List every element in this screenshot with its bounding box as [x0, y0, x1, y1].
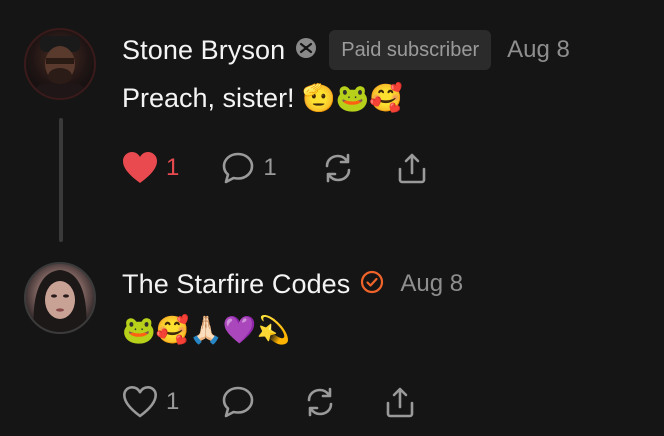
comment-actions: 1 1: [122, 148, 429, 188]
heart-outline-icon: [123, 386, 157, 418]
reply-button[interactable]: [221, 385, 255, 419]
share-button[interactable]: [383, 385, 417, 419]
comment-header: Stone Bryson Paid subscriber Aug 8: [122, 30, 570, 70]
like-count: 1: [166, 388, 180, 415]
comment-body: 🐸🥰🙏🏻💜💫: [122, 315, 291, 345]
share-icon: [387, 387, 414, 418]
reply-button[interactable]: 1: [221, 151, 277, 185]
like-count: 1: [166, 154, 180, 181]
reply-count: 1: [263, 154, 277, 181]
reply-bubble-icon: [223, 386, 254, 418]
comment-body: Preach, sister! 🫡🐸🥰: [122, 83, 403, 113]
paid-subscriber-badge: Paid subscriber: [329, 30, 492, 70]
avatar-image-icon: [34, 36, 86, 98]
like-button[interactable]: 1: [122, 385, 179, 419]
reply-bubble-icon: [223, 152, 254, 184]
avatar[interactable]: [24, 28, 96, 100]
restack-button[interactable]: [303, 385, 337, 419]
comment-date[interactable]: Aug 8: [507, 36, 570, 64]
comment-item: Stone Bryson Paid subscriber Aug 8 Preac…: [0, 0, 664, 250]
subscriber-badge-icon: [295, 37, 317, 64]
share-icon: [398, 153, 426, 184]
author-name[interactable]: The Starfire Codes: [122, 269, 350, 300]
comment-header: The Starfire Codes Aug 8: [122, 264, 463, 304]
restack-icon: [308, 387, 333, 417]
avatar[interactable]: [24, 262, 96, 334]
restack-icon: [325, 153, 351, 183]
comment-item: The Starfire Codes Aug 8 🐸🥰🙏🏻💜💫 1: [0, 250, 664, 436]
thread-line: [59, 118, 63, 242]
like-button[interactable]: 1: [122, 151, 179, 185]
comment-actions: 1: [122, 382, 417, 422]
avatar-image-icon: [33, 270, 87, 332]
verified-check-icon: [360, 270, 384, 299]
share-button[interactable]: [395, 151, 429, 185]
heart-filled-icon: [123, 152, 157, 183]
comment-date[interactable]: Aug 8: [400, 270, 463, 298]
restack-button[interactable]: [321, 151, 355, 185]
author-name[interactable]: Stone Bryson: [122, 35, 285, 66]
